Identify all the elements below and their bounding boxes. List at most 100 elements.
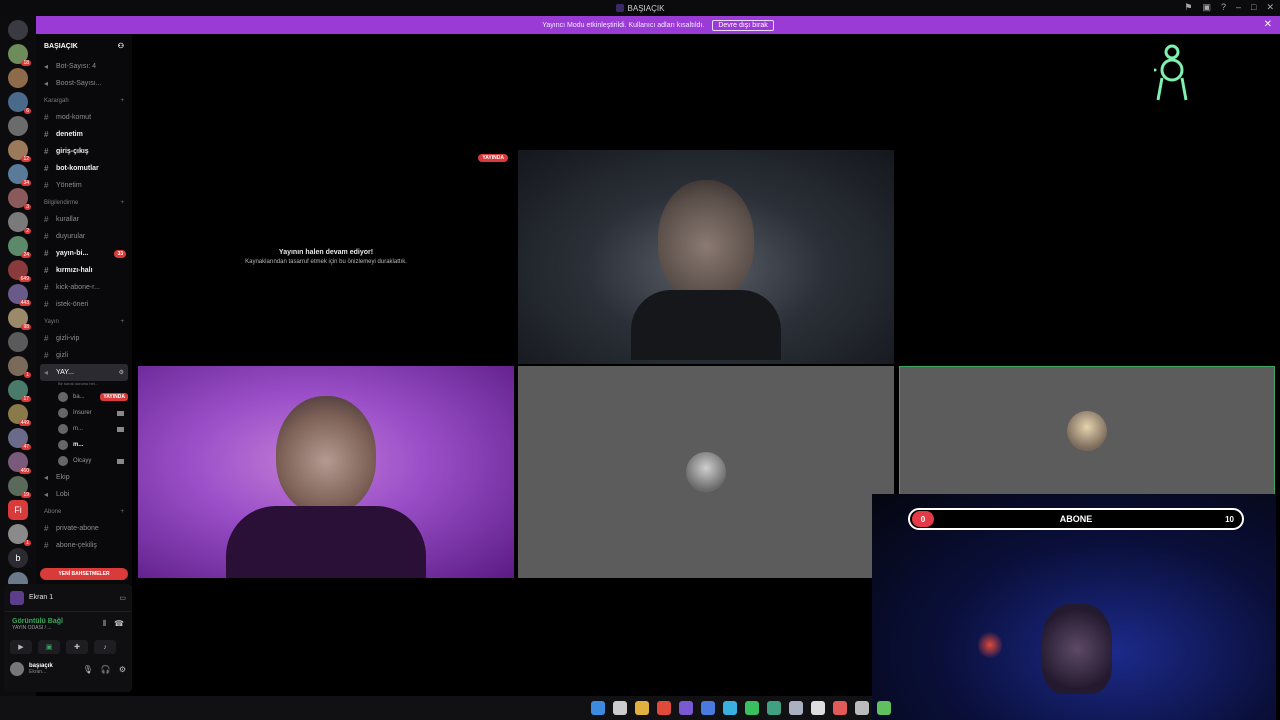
discord-icon[interactable] — [679, 701, 693, 715]
server-header[interactable]: BAŞIAÇIK ⚇ — [36, 34, 132, 58]
screen-share-button[interactable]: ▣ — [38, 640, 60, 654]
channel-istek-oneri[interactable]: # istek-öneri — [36, 296, 132, 313]
screen-share-icon[interactable]: ▣ — [1202, 2, 1211, 13]
activities-button[interactable]: ✚ — [66, 640, 88, 654]
category-yayin[interactable]: Yayın + — [36, 313, 132, 330]
server-icon[interactable]: 12 — [8, 140, 31, 162]
minimize-button[interactable]: – — [1236, 2, 1241, 13]
new-mentions-pill[interactable]: YENİ BAHSETMELER — [40, 568, 128, 580]
server-icon[interactable]: 2 — [8, 212, 31, 234]
video-tile-webcam[interactable] — [518, 150, 894, 364]
channel-settings-icon[interactable]: ⚙ — [119, 369, 124, 376]
browser-icon[interactable] — [657, 701, 671, 715]
channel-yayin-bildirim[interactable]: # yayın-bi... 33 — [36, 245, 132, 262]
channel-giris-cikis[interactable]: # giriş-çıkış — [36, 143, 132, 160]
close-window-button[interactable]: ✕ — [1266, 2, 1274, 13]
voice-channel-bot-count[interactable]: ◂ Bot-Sayısı: 4 — [36, 58, 132, 75]
start-icon[interactable] — [591, 701, 605, 715]
server-icon[interactable]: 18 — [8, 44, 31, 66]
server-icon[interactable]: 34 — [8, 164, 31, 186]
active-voice-channel[interactable]: ◂ YAY... ⚙ — [40, 364, 128, 381]
banner-close-icon[interactable]: ✕ — [1264, 19, 1272, 30]
voice-connection[interactable]: Görüntülü Bağl YAYIN ODASI / ... ⦀ ☎ — [4, 612, 132, 636]
channel-gizli[interactable]: # gizli — [36, 347, 132, 364]
participant-tile[interactable] — [518, 366, 894, 578]
server-icon[interactable]: 24 — [8, 236, 31, 258]
channel-denetim[interactable]: # denetim — [36, 126, 132, 143]
server-icon[interactable]: 47 — [8, 428, 31, 450]
app-icon[interactable] — [877, 701, 891, 715]
voice-user[interactable]: m... — [36, 437, 132, 453]
search-icon[interactable] — [613, 701, 627, 715]
maximize-button[interactable]: □ — [1251, 2, 1256, 13]
channel-yonetim[interactable]: # Yönetim — [36, 177, 132, 194]
add-member-icon[interactable]: ⚇ — [118, 42, 124, 50]
server-icon[interactable]: b — [8, 548, 28, 568]
video-tile-webcam[interactable] — [138, 366, 514, 578]
channel-kick-abone[interactable]: # kick-abone-r... — [36, 279, 132, 296]
settings-icon[interactable]: ⚙ — [119, 665, 126, 674]
disable-streamer-mode-button[interactable]: Devre dışı bırak — [712, 19, 774, 31]
spotify-icon[interactable] — [745, 701, 759, 715]
category-bilgilendirme[interactable]: Bilgilendirme + — [36, 194, 132, 211]
server-icon[interactable]: 460 — [8, 452, 31, 474]
add-channel-icon[interactable]: + — [120, 200, 124, 206]
add-channel-icon[interactable]: + — [120, 319, 124, 325]
obs-icon[interactable] — [811, 701, 825, 715]
server-icon[interactable] — [8, 68, 28, 88]
channel-mod-komut[interactable]: # mod-komut — [36, 109, 132, 126]
category-karargah[interactable]: Karargah + — [36, 92, 132, 109]
category-abone[interactable]: Abone + — [36, 503, 132, 520]
server-icon[interactable]: 19 — [8, 476, 31, 498]
home-icon[interactable] — [8, 20, 28, 40]
participant-tile[interactable] — [899, 366, 1275, 496]
telegram-icon[interactable] — [723, 701, 737, 715]
channel-kirmizi-hali[interactable]: # kırmızı-halı — [36, 262, 132, 279]
server-icon[interactable]: 17 — [8, 380, 31, 402]
server-icon[interactable]: Fi — [8, 500, 28, 520]
steam-icon[interactable] — [789, 701, 803, 715]
server-icon[interactable]: 6 — [8, 92, 31, 114]
camera-button[interactable]: ▶ — [10, 640, 32, 654]
add-channel-icon[interactable]: + — [120, 98, 124, 104]
voice-user[interactable]: Insurer — [36, 405, 132, 421]
screen-share-row[interactable]: Ekran 1 ▭ — [4, 584, 132, 612]
noise-suppression-icon[interactable]: ⦀ — [103, 619, 107, 629]
disconnect-icon[interactable]: ☎ — [114, 619, 124, 629]
voice-user[interactable]: Olcayy — [36, 453, 132, 469]
server-icon[interactable] — [8, 116, 28, 136]
server-icon[interactable]: 98 — [8, 308, 31, 330]
voice-channel-ekip[interactable]: ◂ Ekip — [36, 469, 132, 486]
channel-kurallar[interactable]: # kurallar — [36, 211, 132, 228]
app-icon[interactable] — [833, 701, 847, 715]
server-icon[interactable]: 443 — [8, 284, 31, 306]
channel-duyurular[interactable]: # duyurular — [36, 228, 132, 245]
inbox-icon[interactable]: ⚑ — [1184, 2, 1192, 13]
file-explorer-icon[interactable] — [635, 701, 649, 715]
add-channel-icon[interactable]: + — [120, 509, 124, 515]
server-icon[interactable]: 1 — [8, 356, 31, 378]
vscode-icon[interactable] — [701, 701, 715, 715]
paused-stream-tile[interactable]: YAYINDA Yayının halen devam ediyor! Kayn… — [138, 150, 514, 364]
channel-bot-komutlar[interactable]: # bot-komutlar — [36, 160, 132, 177]
channel-abone-cekilis[interactable]: # abone-çekiliş — [36, 537, 132, 554]
voice-user[interactable]: ba... YAYINDA — [36, 389, 132, 405]
server-icon[interactable] — [8, 332, 28, 352]
server-icon[interactable]: 1 — [8, 524, 31, 546]
voice-user[interactable]: m... — [36, 421, 132, 437]
stop-screen-share-icon[interactable]: ▭ — [119, 594, 126, 602]
server-icon[interactable]: 649 — [8, 260, 31, 282]
headphones-icon[interactable]: 🎧 — [101, 665, 111, 674]
server-icon[interactable]: 449 — [8, 404, 31, 426]
help-icon[interactable]: ? — [1221, 2, 1226, 13]
current-user[interactable]: başıaçık Ekran... 🎙 🎧 ⚙ — [4, 658, 132, 680]
soundboard-button[interactable]: ♪ — [94, 640, 116, 654]
channel-private-abone[interactable]: # private-abone — [36, 520, 132, 537]
server-icon[interactable]: 3 — [8, 188, 31, 210]
app-icon[interactable] — [855, 701, 869, 715]
channel-gizli-vip[interactable]: # gizli-vip — [36, 330, 132, 347]
mic-icon[interactable]: 🎙 — [83, 665, 93, 674]
voice-channel-boost-count[interactable]: ◂ Boost-Sayısı... — [36, 75, 132, 92]
voice-channel-lobi[interactable]: ◂ Lobi — [36, 486, 132, 503]
app-icon[interactable] — [767, 701, 781, 715]
